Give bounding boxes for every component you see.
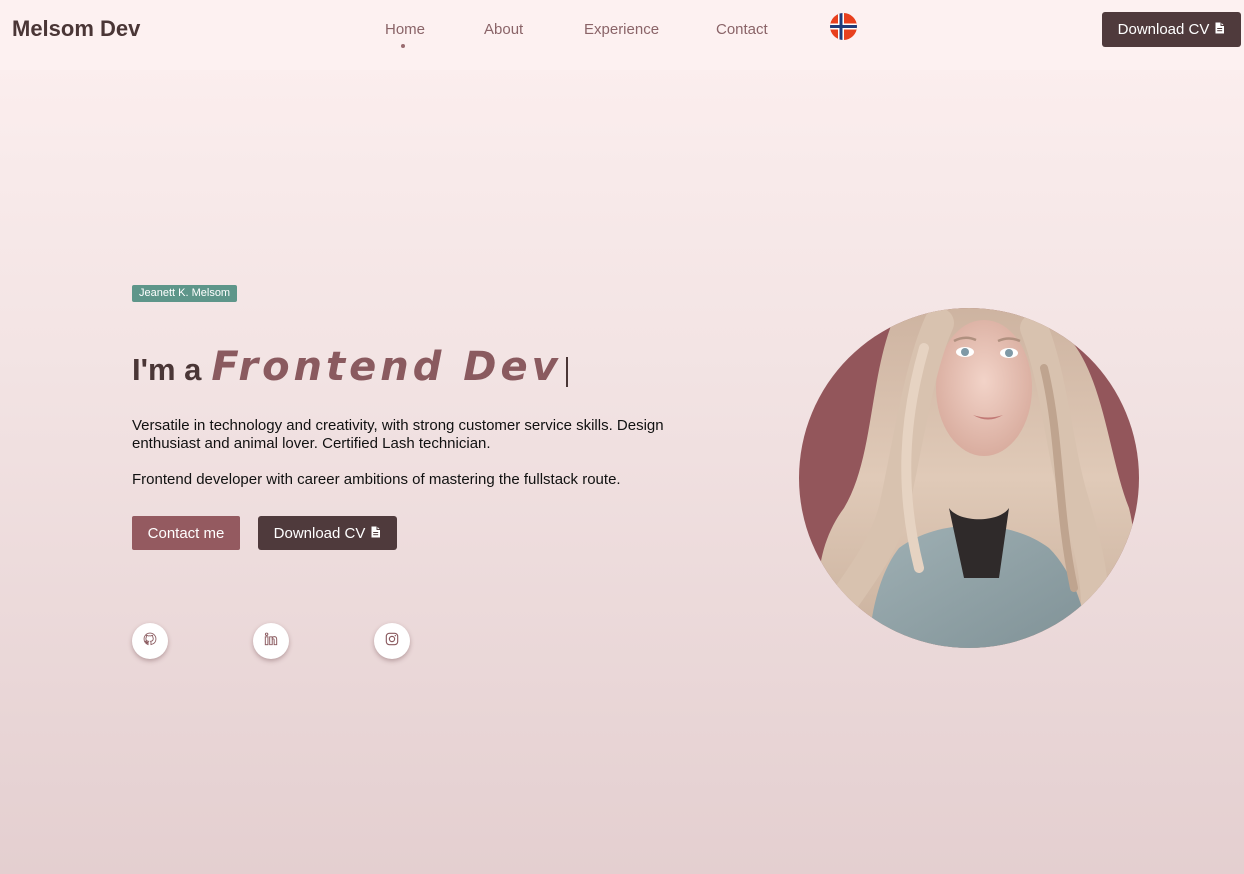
- typed-role: Frontend Dev: [211, 344, 562, 390]
- headline-prefix: I'm a: [132, 352, 202, 387]
- github-icon: [143, 632, 157, 651]
- navbar: Melsom Dev Home About Experience Contact…: [0, 0, 1244, 70]
- nav-link-contact[interactable]: Contact: [716, 21, 768, 38]
- hero-description: Versatile in technology and creativity, …: [132, 417, 664, 452]
- typing-cursor: [565, 357, 568, 387]
- instagram-icon: [385, 632, 399, 651]
- hero-ambition: Frontend developer with career ambitions…: [132, 471, 621, 488]
- nav-link-about[interactable]: About: [484, 21, 523, 38]
- contact-me-button[interactable]: Contact me: [132, 516, 240, 550]
- norway-flag-icon[interactable]: [830, 13, 857, 40]
- nav-link-experience[interactable]: Experience: [584, 21, 659, 38]
- nav-link-home[interactable]: Home: [385, 21, 425, 38]
- instagram-link[interactable]: [374, 623, 410, 659]
- hero-download-cv-button[interactable]: Download CV: [258, 516, 397, 550]
- logo[interactable]: Melsom Dev: [12, 16, 140, 42]
- profile-photo: [799, 308, 1139, 648]
- linkedin-link[interactable]: [253, 623, 289, 659]
- linkedin-icon: [264, 632, 278, 651]
- active-indicator: [401, 44, 405, 48]
- document-icon: [370, 525, 381, 542]
- hero-headline: I'm a Frontend Dev: [132, 344, 568, 400]
- download-cv-button[interactable]: Download CV: [1102, 12, 1241, 47]
- document-icon: [1214, 21, 1225, 38]
- github-link[interactable]: [132, 623, 168, 659]
- name-badge: Jeanett K. Melsom: [132, 285, 238, 302]
- hero-download-cv-label: Download CV: [273, 524, 366, 542]
- download-cv-label: Download CV: [1117, 21, 1210, 38]
